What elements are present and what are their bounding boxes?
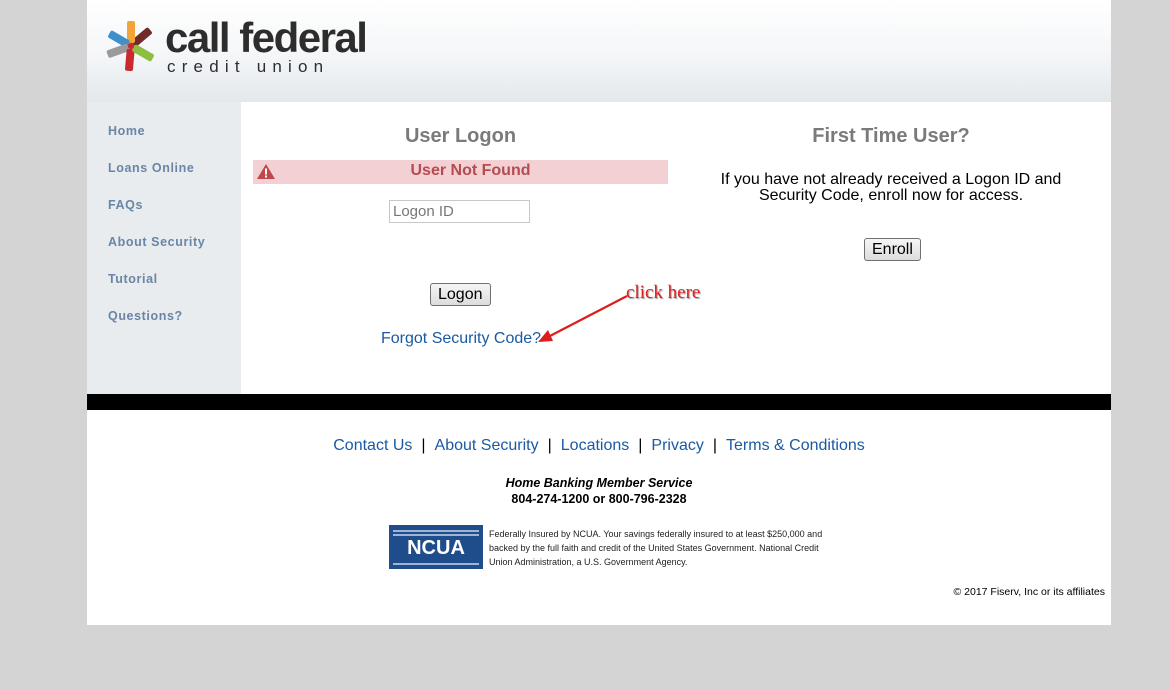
logon-id-input[interactable] — [389, 200, 530, 223]
footer-link-about-security[interactable]: About Security — [435, 437, 539, 454]
click-here-annotation: click here — [626, 282, 701, 303]
footer-separator: | — [712, 437, 718, 454]
sidebar: Home Loans Online FAQs About Security Tu… — [87, 102, 241, 394]
member-service-title: Home Banking Member Service — [505, 476, 693, 490]
ncua-logo: NCUA — [389, 525, 483, 569]
forgot-security-code-link[interactable]: Forgot Security Code? — [381, 330, 541, 348]
footer-separator: | — [421, 437, 426, 454]
logo-wordmark: call federal — [165, 14, 368, 61]
logo[interactable]: call federal credit union — [105, 14, 368, 78]
error-message: User Not Found — [410, 162, 531, 179]
header: call federal credit union — [87, 0, 1111, 102]
footer-link-terms-conditions[interactable]: Terms & Conditions — [726, 437, 865, 454]
footer-links: Contact Us | About Security | Locations | Priv… — [87, 437, 1111, 455]
first-time-user-title: First Time User? — [812, 125, 970, 147]
sidebar-item-about-security[interactable]: About Security — [108, 235, 205, 249]
footer-divider — [87, 394, 1111, 410]
logo-burst-icon — [106, 21, 154, 72]
logo-subline: credit union — [167, 57, 330, 76]
ncua-disclaimer: Federally Insured by NCUA. Your savings … — [489, 529, 823, 567]
ncua-logo-text: NCUA — [407, 537, 465, 559]
logon-title: User Logon — [404, 125, 517, 147]
sidebar-item-loans-online[interactable]: Loans Online — [108, 161, 194, 175]
error-alert: User Not Found — [253, 160, 668, 184]
logon-button[interactable]: Logon — [430, 283, 491, 306]
footer-separator: | — [547, 437, 552, 454]
enroll-button[interactable]: Enroll — [864, 238, 921, 261]
member-service-info: Home Banking Member Service 804-274-1200… — [87, 475, 1111, 507]
sidebar-item-questions[interactable]: Questions? — [108, 309, 183, 323]
sidebar-item-faqs[interactable]: FAQs — [108, 198, 143, 212]
sidebar-item-tutorial[interactable]: Tutorial — [108, 272, 158, 286]
footer-separator: | — [638, 437, 643, 454]
member-service-phones: 804-274-1200 or 800-796-2328 — [511, 492, 687, 506]
first-time-user-text: If you have not already received a Logon… — [720, 171, 1062, 204]
page-container: call federal credit union Home Loans Onl… — [87, 0, 1111, 625]
footer-link-privacy[interactable]: Privacy — [651, 437, 703, 454]
footer-link-locations[interactable]: Locations — [561, 437, 630, 454]
copyright: © 2017 Fiserv, Inc or its affiliates — [953, 586, 1106, 598]
footer-link-contact-us[interactable]: Contact Us — [333, 437, 412, 454]
sidebar-item-home[interactable]: Home — [108, 124, 145, 138]
main-content: User Logon User Not Found Logon Forgot S… — [241, 102, 1111, 394]
